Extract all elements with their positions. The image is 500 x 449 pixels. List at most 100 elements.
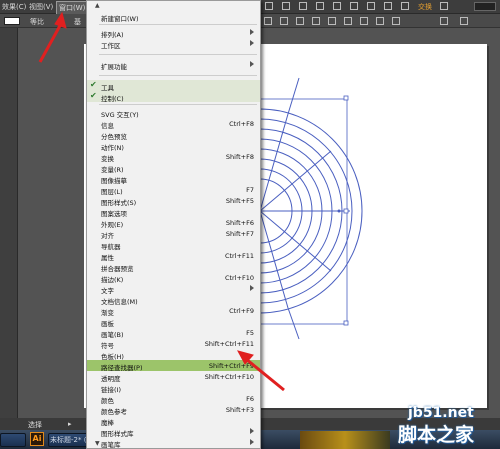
menu-item[interactable]: 链接(I) [87, 382, 260, 394]
control-align7-icon[interactable] [360, 17, 368, 25]
menu-window[interactable]: 窗口(W) [56, 1, 89, 15]
menu-item-label: 图形样式库 [101, 429, 134, 438]
menu-item[interactable]: 文字 [87, 283, 260, 295]
align-left-icon[interactable] [265, 2, 273, 10]
menu-item-label: 动作(N) [101, 143, 124, 152]
menu-item[interactable]: 扩展功能 [87, 59, 260, 71]
menu-view[interactable]: 视图(V) [29, 2, 53, 12]
control-align5-icon[interactable] [328, 17, 336, 25]
menu-item-shortcut: Ctrl+F10 [224, 273, 254, 282]
menu-item-label: 文字 [101, 286, 114, 295]
menu-item[interactable]: 图像描摹 [87, 173, 260, 185]
control-align6-icon[interactable] [344, 17, 352, 25]
distribute-v-icon[interactable] [401, 2, 409, 10]
stroke-profile-label[interactable]: 等比 [30, 17, 44, 27]
menu-item[interactable]: 渐变 Ctrl+F9 [87, 305, 260, 317]
menu-item-shortcut: Shift+F5 [225, 196, 254, 205]
menu-item[interactable]: 属性 Ctrl+F11 [87, 250, 260, 262]
menu-item[interactable]: 分色预览 [87, 129, 260, 141]
menu-item[interactable]: 变换 Shift+F8 [87, 151, 260, 163]
menu-item[interactable]: 图形样式(S) Shift+F5 [87, 195, 260, 207]
menu-item[interactable]: 排列(A) [87, 27, 260, 39]
menu-item-label: 颜色参考 [101, 407, 127, 416]
menu-item[interactable]: 符号 Shift+Ctrl+F11 [87, 338, 260, 350]
illustrator-app-icon[interactable]: Ai [30, 432, 44, 446]
menu-item[interactable]: SVG 交互(Y) [87, 107, 260, 119]
distribute-icon[interactable] [367, 2, 375, 10]
distribute-h-icon[interactable] [384, 2, 392, 10]
menu-item[interactable]: 颜色 F6 [87, 393, 260, 405]
control-align2-icon[interactable] [280, 17, 288, 25]
menu-item[interactable]: 魔棒 [87, 415, 260, 427]
control-align4-icon[interactable] [312, 17, 320, 25]
menu-item[interactable]: 图形样式库 [87, 426, 260, 438]
menu-item-label: 画笔库 [101, 440, 121, 449]
menu-item-label: 排列(A) [101, 30, 124, 39]
menu-separator [99, 54, 257, 55]
panel-menu-icon[interactable] [460, 17, 468, 25]
menu-item-label: 外观(E) [101, 220, 124, 229]
menu-item[interactable]: 动作(N) [87, 140, 260, 152]
taskbar-button[interactable] [0, 433, 26, 447]
align-middle-icon[interactable] [333, 2, 341, 10]
align-top-icon[interactable] [316, 2, 324, 10]
menu-item[interactable]: 外观(E) Shift+F6 [87, 217, 260, 229]
menu-item[interactable]: ✔ 控制(C) [87, 91, 260, 103]
menu-item[interactable]: 画笔库 [87, 437, 260, 449]
anchor-point [337, 209, 341, 213]
menu-effects[interactable]: 效果(C) [2, 2, 26, 12]
basic-label[interactable]: 基 [74, 17, 81, 27]
menu-item-shortcut: F5 [246, 328, 254, 337]
control-align-icon[interactable] [264, 17, 272, 25]
control-align3-icon[interactable] [296, 17, 304, 25]
dropdown-icon[interactable] [440, 2, 448, 10]
menu-item[interactable]: 图层(L) F7 [87, 184, 260, 196]
control-align9-icon[interactable] [392, 17, 400, 25]
menu-item[interactable]: 工作区 [87, 38, 260, 50]
submenu-arrow-icon [250, 29, 254, 35]
stroke-field[interactable] [4, 17, 20, 25]
search-input[interactable] [474, 2, 496, 11]
align-right-icon[interactable] [299, 2, 307, 10]
menu-item-label: 对齐 [101, 231, 114, 240]
menu-item-label: 控制(C) [101, 94, 124, 103]
menu-item[interactable]: 画笔(B) F5 [87, 327, 260, 339]
menu-item[interactable]: 颜色参考 Shift+F3 [87, 404, 260, 416]
menu-item[interactable]: 文档信息(M) [87, 294, 260, 306]
transform-icon[interactable] [440, 17, 448, 25]
status-arrow-icon[interactable]: ▸ [68, 420, 72, 428]
control-align8-icon[interactable] [376, 17, 384, 25]
menu-item[interactable]: 变量(R) [87, 162, 260, 174]
menu-item[interactable]: 图案选项 [87, 206, 260, 218]
scroll-up-icon[interactable]: ▲ [95, 2, 100, 9]
menu-item-label: 信息 [101, 121, 114, 130]
menu-item-label: 属性 [101, 253, 114, 262]
handle-tr[interactable] [343, 95, 349, 101]
menu-item[interactable]: 色板(H) [87, 349, 260, 361]
ray-1 [259, 113, 289, 212]
menu-item-shortcut: Shift+F7 [225, 229, 254, 238]
menu-item[interactable]: 画板 [87, 316, 260, 328]
menu-item[interactable]: ✔ 工具 [87, 80, 260, 92]
menu-item[interactable]: 拼合器预览 [87, 261, 260, 273]
taskbar-window-label[interactable]: 未标题-2* @ [50, 435, 91, 445]
mode-label[interactable]: 交换 [418, 2, 432, 12]
handle-br[interactable] [343, 320, 349, 326]
menu-item-label: 符号 [101, 341, 114, 350]
check-icon: ✔ [90, 91, 97, 100]
menu-item[interactable]: 新建窗口(W) [87, 11, 260, 23]
align-center-icon[interactable] [282, 2, 290, 10]
handle-mr[interactable] [343, 208, 349, 214]
menu-item-shortcut: Shift+Ctrl+F9 [208, 361, 254, 370]
menu-item[interactable]: 路径查找器(P) Shift+Ctrl+F9 [87, 360, 260, 372]
menu-item-shortcut: F6 [246, 394, 254, 403]
align-bottom-icon[interactable] [350, 2, 358, 10]
menu-item[interactable]: 透明度 Shift+Ctrl+F10 [87, 371, 260, 383]
menu-item[interactable]: 导航器 [87, 239, 260, 251]
menu-item-label: 路径查找器(P) [101, 363, 143, 372]
menu-item[interactable]: 描边(K) Ctrl+F10 [87, 272, 260, 284]
menu-item-label: 导航器 [101, 242, 121, 251]
menu-separator [99, 104, 257, 105]
menu-item[interactable]: 对齐 Shift+F7 [87, 228, 260, 240]
menu-item[interactable]: 信息 Ctrl+F8 [87, 118, 260, 130]
